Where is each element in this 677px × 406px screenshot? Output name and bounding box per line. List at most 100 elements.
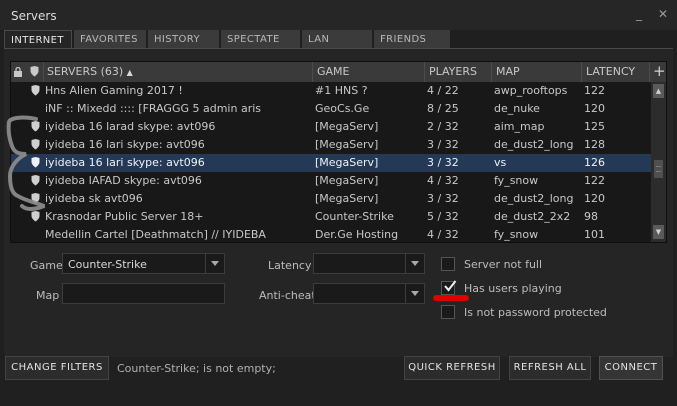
cell-players: 2 / 32	[427, 120, 459, 133]
cell-players: 3 / 32	[427, 138, 459, 151]
tab-history[interactable]: HISTORY	[148, 30, 219, 49]
cell-map: de_dust2_long	[494, 192, 574, 205]
cell-latency: 120	[584, 192, 605, 205]
table-row[interactable]: Medellin Cartel [Deathmatch] // IYIDEBA D…	[11, 226, 651, 242]
cell-map: de_nuke	[494, 102, 540, 115]
cell-players: 4 / 22	[427, 84, 459, 97]
column-header-map[interactable]: MAP	[496, 65, 520, 78]
cell-game: [MegaServ]	[315, 120, 379, 133]
annotation-scribble	[6, 115, 45, 211]
map-filter-input[interactable]	[62, 283, 225, 304]
tab-internet[interactable]: INTERNET	[4, 30, 72, 49]
quick-refresh-button[interactable]: QUICK REFRESH	[404, 356, 500, 380]
table-row[interactable]: Krasnodar Public Server 18+ Counter-Strik…	[11, 208, 651, 226]
cell-name: iNF :: Mixedd :::: [FRAGGG 5 admin aris	[45, 102, 262, 115]
cell-latency: 120	[584, 102, 605, 115]
tab-bar: INTERNET FAVORITES HISTORY SPECTATE LAN …	[4, 30, 450, 49]
scroll-down-icon[interactable]: ▼	[653, 225, 664, 239]
table-row[interactable]: iyideba 16 lari skype: avt096 [MegaServ] 3…	[11, 136, 651, 154]
vac-shield-icon	[31, 85, 40, 96]
chevron-down-icon[interactable]	[405, 284, 424, 303]
cell-players: 4 / 32	[427, 174, 459, 187]
cell-name: iyideba 16 larad skype: avt096	[45, 120, 216, 133]
column-separator	[491, 62, 492, 82]
cell-latency: 122	[584, 84, 605, 97]
window-title: Servers	[11, 9, 57, 23]
cell-players: 3 / 32	[427, 192, 459, 205]
scrollbar-thumb[interactable]	[654, 160, 663, 178]
cell-latency: 122	[584, 174, 605, 187]
tab-lan[interactable]: LAN	[302, 30, 372, 49]
checkmark-icon	[444, 280, 457, 292]
cell-map: vs	[494, 156, 507, 169]
not-password-protected-label: Is not password protected	[464, 306, 607, 319]
chevron-down-icon[interactable]	[205, 254, 224, 273]
column-separator	[649, 62, 650, 82]
game-filter-dropdown[interactable]: Counter-Strike	[62, 253, 225, 274]
server-table: SERVERS (63) ▲ GAME PLAYERS MAP LATENCY …	[10, 61, 667, 243]
cell-name: Medellin Cartel [Deathmatch] // IYIDEBA	[45, 228, 266, 241]
cell-game: GeoCs.Ge	[315, 102, 370, 115]
not-password-protected-checkbox[interactable]	[441, 305, 455, 319]
chevron-down-icon[interactable]	[405, 254, 424, 273]
connect-button[interactable]: CONNECT	[599, 356, 663, 380]
server-not-full-label: Server not full	[464, 258, 543, 271]
cell-latency: 128	[584, 138, 605, 151]
cell-map: de_dust2_long	[494, 138, 574, 151]
table-row[interactable]: iyideba IAFAD skype: avt096 [MegaServ] 4 /…	[11, 172, 651, 190]
anticheat-filter-label: Anti-cheat	[259, 289, 316, 302]
latency-filter-dropdown[interactable]	[313, 253, 425, 274]
table-row[interactable]: iyideba sk avt096 [MegaServ] 3 / 32 de_dust…	[11, 190, 651, 208]
cell-map: aim_map	[494, 120, 545, 133]
cell-players: 3 / 32	[427, 156, 459, 169]
cell-game: #1 HNS ?	[315, 84, 368, 97]
cell-name: iyideba IAFAD skype: avt096	[45, 174, 202, 187]
cell-name: iyideba 16 lari skype: avt096	[45, 138, 205, 151]
cell-map: fy_snow	[494, 174, 539, 187]
cell-latency: 125	[584, 120, 605, 133]
tab-friends[interactable]: FRIENDS	[374, 30, 450, 49]
close-icon[interactable]: ✕	[657, 7, 669, 21]
map-filter-label: Map	[36, 289, 60, 302]
column-header-players[interactable]: PLAYERS	[429, 65, 477, 78]
cell-game: Counter-Strike	[315, 210, 394, 223]
refresh-all-button[interactable]: REFRESH ALL	[509, 356, 591, 380]
table-header: SERVERS (63) ▲ GAME PLAYERS MAP LATENCY …	[11, 62, 666, 82]
vac-shield-header-icon[interactable]	[30, 66, 39, 77]
table-row-selected[interactable]: iyideba 16 lari skype: avt096 [MegaServ] 3…	[11, 154, 651, 172]
column-header-game[interactable]: GAME	[317, 65, 350, 78]
scroll-up-icon[interactable]: ▲	[653, 84, 664, 98]
cell-game: [MegaServ]	[315, 174, 379, 187]
cell-name: iyideba sk avt096	[45, 192, 143, 205]
has-users-playing-label: Has users playing	[464, 282, 562, 295]
column-separator	[424, 62, 425, 82]
tab-spectate[interactable]: SPECTATE	[221, 30, 300, 49]
anticheat-filter-dropdown[interactable]	[313, 283, 425, 304]
column-separator	[43, 62, 44, 82]
cell-players: 4 / 32	[427, 228, 459, 241]
cell-latency: 101	[584, 228, 605, 241]
red-annotation-mark	[433, 295, 469, 301]
cell-map: de_dust2_2x2	[494, 210, 571, 223]
cell-latency: 126	[584, 156, 605, 169]
table-row[interactable]: iNF :: Mixedd :::: [FRAGGG 5 admin aris G…	[11, 100, 651, 118]
table-scrollbar[interactable]: ▲ ▼	[651, 82, 666, 242]
lock-icon[interactable]	[13, 67, 23, 77]
minimize-icon[interactable]: _	[633, 7, 645, 21]
cell-game: [MegaServ]	[315, 192, 379, 205]
tab-favorites[interactable]: FAVORITES	[74, 30, 146, 49]
server-not-full-checkbox[interactable]	[441, 257, 455, 271]
table-row[interactable]: iyideba 16 larad skype: avt096 [MegaServ]…	[11, 118, 651, 136]
cell-players: 5 / 32	[427, 210, 459, 223]
change-filters-button[interactable]: CHANGE FILTERS	[5, 356, 109, 380]
server-list: Hns Alien Gaming 2017 ! #1 HNS ? 4 / 22 awp…	[11, 82, 651, 242]
column-header-latency[interactable]: LATENCY	[586, 65, 635, 78]
game-filter-label: Game	[30, 259, 63, 272]
add-column-icon[interactable]: +	[653, 62, 666, 80]
column-header-servers[interactable]: SERVERS (63) ▲	[47, 65, 133, 78]
cell-map: awp_rooftops	[494, 84, 568, 97]
cell-name: Hns Alien Gaming 2017 !	[45, 84, 183, 97]
table-row[interactable]: Hns Alien Gaming 2017 ! #1 HNS ? 4 / 22 awp…	[11, 82, 651, 100]
latency-filter-label: Latency	[268, 259, 312, 272]
cell-name: Krasnodar Public Server 18+	[45, 210, 204, 223]
